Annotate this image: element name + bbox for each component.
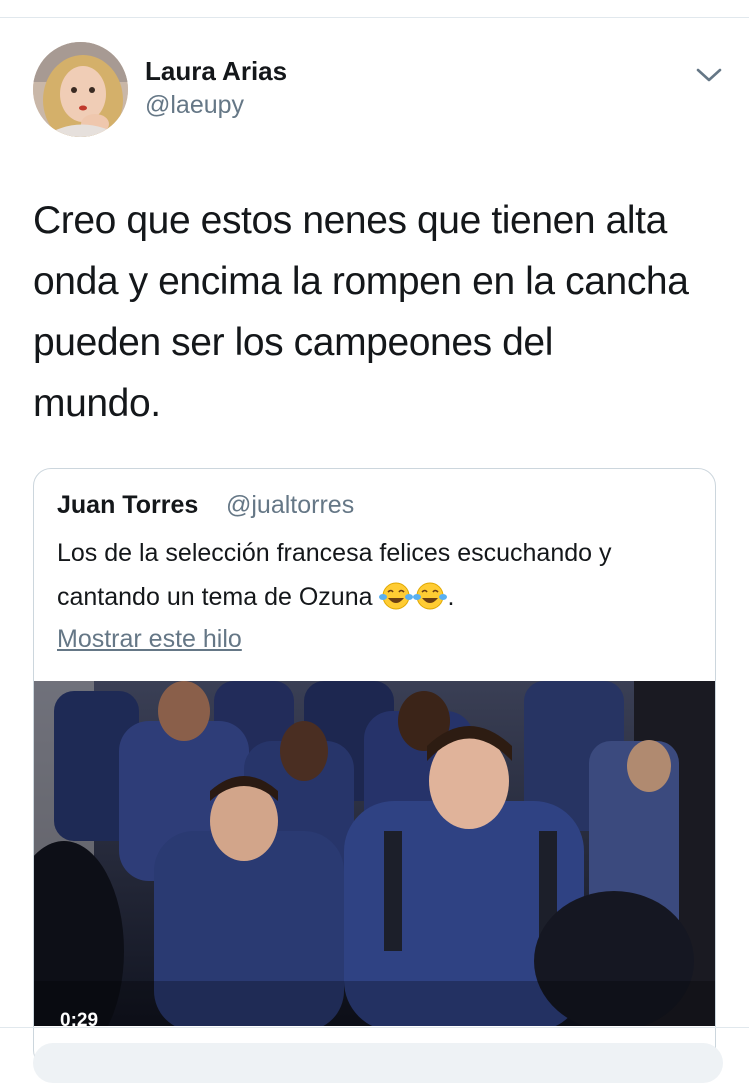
quoted-text-suffix: . — [447, 583, 455, 611]
show-thread-link[interactable]: Mostrar este hilo — [57, 625, 242, 654]
tweet-text: Creo que estos nenes que tienen alta ond… — [33, 199, 689, 425]
quoted-tweet-card[interactable]: Juan Torres @jualtorres Los de la selecc… — [33, 468, 716, 1068]
quoted-author-handle: @jualtorres — [226, 491, 355, 519]
author-name[interactable]: Laura Arias — [145, 56, 287, 87]
author-handle[interactable]: @laeupy — [145, 91, 244, 120]
video-frame — [34, 681, 715, 1026]
chevron-down-icon[interactable] — [694, 64, 724, 86]
video-player[interactable]: 0:29 — [34, 681, 715, 1026]
reply-input[interactable] — [33, 1043, 723, 1083]
face-with-tears-of-joy-icon — [379, 581, 414, 611]
bottom-divider — [0, 1027, 749, 1028]
quoted-tweet-text: Los de la selección francesa felices esc… — [57, 531, 707, 619]
video-timestamp: 0:29 — [60, 1010, 99, 1026]
quoted-author-name: Juan Torres — [57, 491, 199, 519]
face-with-tears-of-joy-icon — [413, 581, 448, 611]
quoted-text-body: Los de la selección francesa felices esc… — [57, 539, 612, 611]
top-divider — [0, 17, 749, 18]
avatar[interactable] — [33, 42, 128, 137]
